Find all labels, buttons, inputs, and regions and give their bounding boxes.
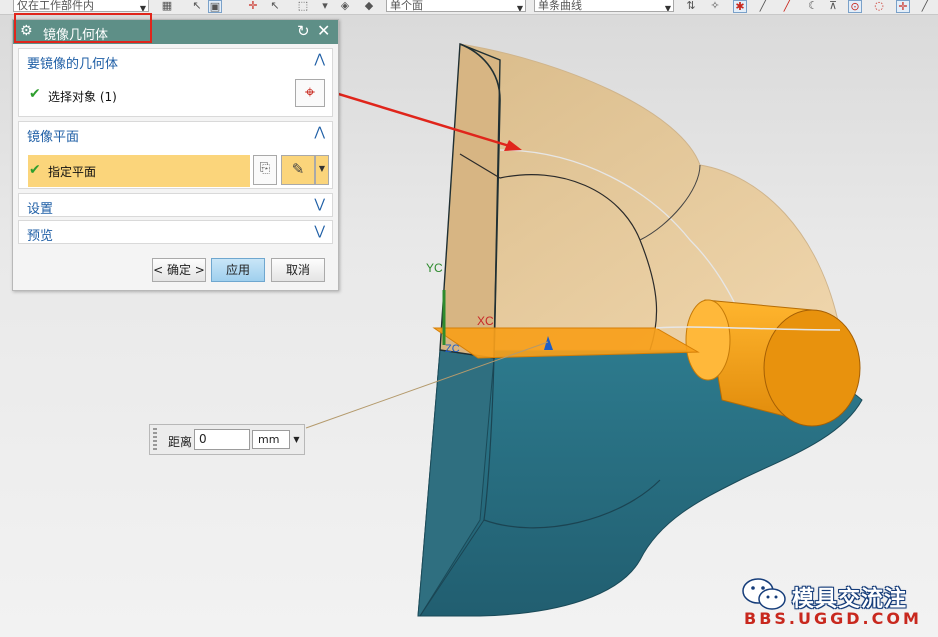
specify-plane-label: 指定平面 — [48, 165, 97, 179]
chevron-down-icon[interactable]: ⋁ — [314, 197, 325, 212]
quadrant-icon[interactable]: ◌ — [872, 0, 886, 13]
section-mirror-plane: 镜像平面 ⋀ ✔ 指定平面 ⎘ ✎ ▼ — [18, 121, 333, 189]
wechat-logo-icon — [742, 578, 786, 610]
drag-handle[interactable] — [153, 428, 157, 451]
tangent-icon[interactable]: ⊼ — [826, 0, 840, 13]
plane-reverse-button[interactable]: ⎘ — [253, 155, 277, 185]
cancel-button[interactable]: 取消 — [271, 258, 325, 282]
apply-button[interactable]: 应用 — [211, 258, 265, 282]
section-settings[interactable]: 设置 ⋁ — [18, 193, 333, 217]
center-point-icon[interactable]: ⊙ — [848, 0, 862, 13]
curve-rule-value: 单条曲线 — [538, 0, 582, 12]
section-preview[interactable]: 预览 ⋁ — [18, 220, 333, 244]
crosshair-select-button[interactable]: ⌖ — [295, 79, 325, 107]
end-point-icon[interactable]: ✱ — [733, 0, 747, 13]
distance-label: 距离 — [168, 435, 193, 449]
crosshair-icon[interactable]: ✛ — [246, 0, 260, 13]
chevron-down-icon: ▼ — [139, 4, 146, 12]
intersection-icon[interactable]: ✛ — [896, 0, 910, 13]
face-rule-dropdown[interactable]: 单个面 ▼ — [386, 0, 526, 12]
face-rule-value: 单个面 — [390, 0, 423, 12]
select-arrow-icon[interactable]: ↖ — [190, 0, 204, 13]
line-icon[interactable]: ╱ — [756, 0, 770, 13]
mirror-geometry-dialog: ⚙ 镜像几何体 ↻ ✕ 要镜像的几何体 ⋀ ✔ 选择对象 (1) ⌖ 镜像平面 … — [12, 19, 339, 291]
section-preview-header[interactable]: 预览 — [27, 225, 53, 244]
section-plane-header[interactable]: 镜像平面 — [27, 126, 79, 145]
specify-plane-row[interactable]: ✔ 指定平面 — [28, 155, 250, 187]
close-icon[interactable]: ✕ — [317, 21, 330, 40]
chevron-down-icon[interactable]: ⋁ — [314, 224, 325, 239]
watermark: 模具交流注 BBS.UGGD.COM — [740, 575, 936, 635]
annotation-callout-box — [14, 13, 152, 43]
arc-icon[interactable]: ☾ — [806, 0, 820, 13]
pointer-icon[interactable]: ↖ — [268, 0, 282, 13]
watermark-url: BBS.UGGD.COM — [744, 609, 922, 628]
section-geometry-to-mirror: 要镜像的几何体 ⋀ ✔ 选择对象 (1) ⌖ — [18, 48, 333, 117]
zc-axis-label: ZC — [445, 343, 460, 355]
chevron-up-icon[interactable]: ⋀ — [314, 125, 325, 140]
mirror-plane[interactable] — [432, 327, 700, 359]
yc-axis-label: YC — [426, 261, 443, 275]
select-object-label[interactable]: 选择对象 (1) — [48, 88, 117, 105]
check-icon: ✔ — [29, 162, 41, 178]
chevron-down-icon: ▼ — [516, 4, 523, 12]
chevron-down-icon: ▼ — [664, 4, 671, 12]
xc-axis-label: XC — [477, 314, 494, 328]
model-cylinder-end[interactable] — [763, 309, 861, 427]
snap-icon[interactable]: ✧ — [708, 0, 722, 13]
chevron-down-icon[interactable]: ▼ — [315, 155, 329, 185]
box-select-icon[interactable]: ⬚ — [296, 0, 310, 13]
distance-value-field[interactable]: 0 — [194, 429, 250, 450]
plane-dialog-button[interactable]: ✎ — [281, 155, 315, 185]
snap-point-icon[interactable]: ⇅ — [684, 0, 698, 13]
snap-toggle-icon[interactable]: ▣ — [208, 0, 222, 13]
model-cylinder-start — [685, 299, 731, 381]
existing-point-icon[interactable]: ╱ — [918, 0, 932, 13]
selection-filter-value: 仅在工作部件内 — [17, 0, 94, 12]
chevron-up-icon[interactable]: ⋀ — [314, 52, 325, 67]
model-upper-front-face[interactable] — [439, 42, 501, 359]
sheet-body-icon[interactable]: ◆ — [362, 0, 376, 13]
curve-rule-dropdown[interactable]: 单条曲线 ▼ — [534, 0, 674, 12]
section-geometry-header[interactable]: 要镜像的几何体 — [27, 53, 118, 72]
solid-body-icon[interactable]: ◈ — [338, 0, 352, 13]
section-settings-header[interactable]: 设置 — [27, 198, 53, 217]
chevron-down-icon[interactable]: ▼ — [290, 430, 303, 449]
cube-icon[interactable]: ▦ — [160, 0, 174, 13]
distance-input-box: 距离 0 mm ▼ — [149, 424, 305, 455]
mid-point-icon[interactable]: ╱ — [780, 0, 794, 13]
distance-unit-select[interactable]: mm — [252, 430, 290, 449]
selection-filter-dropdown[interactable]: 仅在工作部件内 ▼ — [13, 0, 149, 12]
ok-button[interactable]: < 确定 > — [152, 258, 206, 282]
check-icon: ✔ — [29, 86, 41, 102]
chevron-down-icon[interactable]: ▾ — [318, 0, 332, 13]
reset-icon[interactable]: ↻ — [297, 22, 310, 40]
